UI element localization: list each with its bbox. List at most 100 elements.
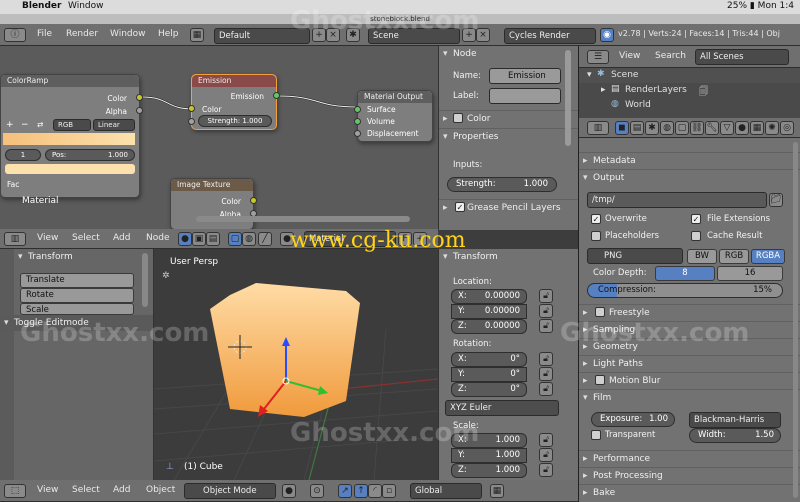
menu-render[interactable]: Render <box>66 29 98 39</box>
view3d-type-icon[interactable]: ⬚ <box>4 484 26 498</box>
scene-tab-icon[interactable]: ✱ <box>645 121 659 135</box>
outliner-row-scene[interactable]: ▾ ✱ Scene <box>579 68 800 83</box>
outliner-row-renderlayers[interactable]: ▸ ▤ RenderLayers 🗐 <box>579 83 800 98</box>
cache-checkbox[interactable] <box>691 231 701 241</box>
emission-node[interactable]: Emission Emission Color Strength: 1.000 <box>188 74 280 130</box>
flip-icon[interactable]: ⇄ <box>37 120 43 129</box>
emission-color-socket[interactable] <box>188 105 195 112</box>
file-ext-checkbox[interactable]: ✓ <box>691 214 701 224</box>
menu-file[interactable]: File <box>37 29 52 39</box>
shader-nodes-icon[interactable]: ● <box>178 232 192 246</box>
lock-rot-z-icon[interactable]: 🔓︎ <box>539 382 553 396</box>
render-engine-select[interactable]: Cycles Render <box>504 28 596 44</box>
tool-tabs[interactable] <box>0 249 14 480</box>
physics-tab-icon[interactable]: ◎ <box>780 121 794 135</box>
sidebar-strength-field[interactable]: Strength: 1.000 <box>447 177 557 192</box>
compression-slider[interactable]: Compression: 15% <box>587 283 783 298</box>
motion-blur-header[interactable]: Motion Blur <box>579 372 800 389</box>
lock-rot-x-icon[interactable]: 🔓︎ <box>539 352 553 366</box>
editor-type-icon[interactable]: ⓘ <box>4 28 26 42</box>
modifiers-tab-icon[interactable]: 🔧︎ <box>705 121 719 135</box>
menu-help[interactable]: Help <box>158 29 179 39</box>
add-stop-icon[interactable]: + <box>6 120 14 130</box>
colorramp-color-swatch[interactable] <box>5 164 135 174</box>
world-tab-icon[interactable]: ◍ <box>660 121 674 135</box>
compositor-icon[interactable]: ▣ <box>192 232 206 246</box>
node-menu-select[interactable]: Select <box>72 233 100 243</box>
emission-strength-socket[interactable] <box>188 118 195 125</box>
outliner-type-icon[interactable]: ☰ <box>587 50 609 64</box>
placeholders-checkbox[interactable] <box>591 231 601 241</box>
constraints-tab-icon[interactable]: ⛓ <box>690 121 704 135</box>
view3d-menu-select[interactable]: Select <box>72 485 100 495</box>
lock-rot-y-icon[interactable]: 🔓︎ <box>539 367 553 381</box>
lock-loc-z-icon[interactable]: 🔓︎ <box>539 319 553 333</box>
scale-button[interactable]: Scale <box>20 303 134 315</box>
emission-strength-field[interactable]: Strength: 1.000 <box>198 115 272 127</box>
shading-icon[interactable]: ● <box>282 484 296 498</box>
exposure-field[interactable]: Exposure: 1.00 <box>591 412 675 427</box>
material-output-node[interactable]: Material Output Surface Volume Displacem… <box>354 90 433 142</box>
translate-button[interactable]: Translate <box>20 273 134 288</box>
output-header[interactable]: Output <box>579 169 800 186</box>
scl-y-field[interactable]: Y: 1.000 <box>451 448 527 463</box>
rgb-button[interactable]: RGB <box>719 249 749 264</box>
colorramp-node[interactable]: ColorRamp Color Alpha + − ⇄ RGB Linear 1… <box>0 74 143 198</box>
outliner-search[interactable]: Search <box>655 51 686 61</box>
lock-loc-y-icon[interactable]: 🔓︎ <box>539 304 553 318</box>
expand-scene-icon[interactable]: ▾ <box>587 70 592 80</box>
loc-x-field[interactable]: X: 0.00000 <box>451 289 527 304</box>
node-section-header[interactable]: Node <box>439 46 578 62</box>
bw-button[interactable]: BW <box>687 249 717 264</box>
properties-scrollbar[interactable] <box>793 142 798 498</box>
app-menu[interactable]: Blender <box>22 1 61 11</box>
rot-y-field[interactable]: Y: 0° <box>451 367 527 382</box>
particles-tab-icon[interactable]: ✺ <box>765 121 779 135</box>
displacement-socket[interactable] <box>354 130 361 137</box>
node-color-checkbox[interactable] <box>453 113 463 123</box>
node-panel-scrollbar[interactable] <box>565 50 571 146</box>
texture-tab-icon[interactable]: ▦ <box>750 121 764 135</box>
tool-shelf-scrollbar[interactable] <box>142 253 148 307</box>
mode-select[interactable]: Object Mode <box>184 483 276 499</box>
folder-icon[interactable]: 📁︎ <box>769 193 783 207</box>
node-editor[interactable]: ColorRamp Color Alpha + − ⇄ RGB Linear 1… <box>0 46 438 230</box>
depth-16-button[interactable]: 16 <box>717 266 783 281</box>
rgba-button[interactable]: RGBA <box>751 249 785 264</box>
grease-pencil-checkbox[interactable]: ✓ <box>455 202 465 212</box>
node-menu-view[interactable]: View <box>37 233 58 243</box>
texture-nodes-icon[interactable]: ▤ <box>206 232 220 246</box>
rotate-manip-icon[interactable]: ◜ <box>368 484 382 498</box>
transparent-checkbox[interactable] <box>591 430 601 440</box>
surface-socket[interactable] <box>354 106 361 113</box>
orientation-select[interactable]: Global <box>410 483 482 499</box>
material-tab-icon[interactable]: ● <box>735 121 749 135</box>
volume-socket[interactable] <box>354 118 361 125</box>
object-tab-icon[interactable]: ▢ <box>675 121 689 135</box>
loc-y-field[interactable]: Y: 0.00000 <box>451 304 527 319</box>
linestyle-icon[interactable]: ╱ <box>258 232 272 246</box>
node-menu-add[interactable]: Add <box>113 233 130 243</box>
render-tab-icon[interactable]: ◼ <box>615 121 629 135</box>
outliner-view[interactable]: View <box>619 51 640 61</box>
node-label-field[interactable] <box>489 88 561 104</box>
screen-layout-icon[interactable]: ▦ <box>190 28 204 42</box>
file-format-select[interactable]: PNG <box>587 248 683 264</box>
lock-loc-x-icon[interactable]: 🔓︎ <box>539 289 553 303</box>
layers-icon[interactable]: ▦ <box>490 484 504 498</box>
node-name-field[interactable]: Emission <box>489 68 561 84</box>
motion-blur-checkbox[interactable] <box>595 375 605 385</box>
transform-tool-header[interactable]: Transform <box>14 249 153 265</box>
node-scrollbar[interactable] <box>196 216 410 222</box>
scale-manip-icon[interactable]: ▫ <box>382 484 396 498</box>
output-path-field[interactable]: /tmp/ <box>587 192 767 208</box>
data-tab-icon[interactable]: ▽ <box>720 121 734 135</box>
view3d-menu-add[interactable]: Add <box>113 485 130 495</box>
props-type-icon[interactable]: ▥ <box>587 121 609 135</box>
window-menu[interactable]: Window <box>68 1 104 11</box>
node-editor-type-icon[interactable]: ▥ <box>4 232 26 246</box>
depth-8-button[interactable]: 8 <box>655 266 715 281</box>
metadata-header[interactable]: Metadata <box>579 152 800 169</box>
manipulator-icon[interactable]: ↗ <box>338 484 352 498</box>
image-texture-node[interactable]: Image Texture Color Alpha <box>170 178 257 230</box>
